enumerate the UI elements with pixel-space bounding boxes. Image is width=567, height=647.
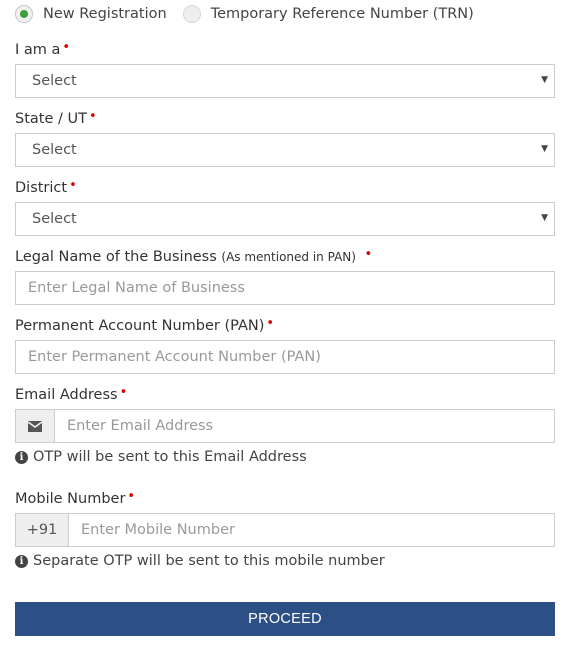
info-icon: i — [15, 450, 28, 464]
envelope-icon — [28, 420, 42, 432]
mobile-help-text: i Separate OTP will be sent to this mobi… — [15, 553, 385, 569]
required-marker: • — [88, 109, 97, 124]
legal-name-input[interactable] — [16, 272, 554, 304]
pan-input[interactable] — [16, 341, 554, 373]
help-text: Separate OTP will be sent to this mobile… — [33, 553, 385, 569]
state-select[interactable]: Select ▼ — [15, 133, 555, 167]
label-text: District — [15, 180, 68, 196]
legal-name-label: Legal Name of the Business (As mentioned… — [15, 247, 372, 265]
caret-down-icon: ▼ — [541, 75, 548, 85]
label-text: State / UT — [15, 111, 87, 127]
radio-new-registration[interactable]: New Registration — [15, 5, 167, 23]
proceed-button[interactable]: PROCEED — [15, 602, 555, 636]
label-text: Permanent Account Number (PAN) — [15, 318, 265, 334]
select-value: Select — [32, 142, 77, 158]
mobile-label: Mobile Number • — [15, 489, 135, 507]
label-hint: (As mentioned in PAN) — [221, 250, 356, 264]
mobile-field: +91 — [15, 513, 555, 547]
label-text: Legal Name of the Business — [15, 249, 217, 265]
label-text: Email Address — [15, 387, 118, 403]
radio-trn[interactable]: Temporary Reference Number (TRN) — [182, 5, 474, 23]
required-marker: • — [266, 316, 275, 331]
mobile-input[interactable] — [69, 514, 554, 546]
help-text: OTP will be sent to this Email Address — [33, 449, 307, 465]
email-field — [15, 409, 555, 443]
district-select[interactable]: Select ▼ — [15, 202, 555, 236]
email-help-text: i OTP will be sent to this Email Address — [15, 449, 307, 465]
registration-type-group: New Registration Temporary Reference Num… — [15, 2, 474, 26]
radio-label: New Registration — [43, 6, 167, 22]
state-label: State / UT • — [15, 109, 97, 127]
select-value: Select — [32, 211, 77, 227]
label-text: I am a — [15, 42, 61, 58]
info-icon: i — [15, 554, 28, 568]
select-value: Select — [32, 73, 77, 89]
required-marker: • — [119, 385, 128, 400]
district-label: District • — [15, 178, 77, 196]
country-code-prefix: +91 — [16, 514, 69, 546]
radio-button[interactable] — [182, 5, 201, 23]
label-text: Mobile Number — [15, 491, 126, 507]
caret-down-icon: ▼ — [541, 213, 548, 223]
email-addon — [16, 410, 55, 442]
pan-label: Permanent Account Number (PAN) • — [15, 316, 274, 334]
radio-button-checked[interactable] — [15, 5, 33, 23]
required-marker: • — [127, 489, 136, 504]
email-label: Email Address • — [15, 385, 127, 403]
required-marker: • — [69, 178, 77, 193]
caret-down-icon: ▼ — [541, 144, 548, 154]
email-input[interactable] — [55, 410, 554, 442]
i-am-a-select[interactable]: Select ▼ — [15, 64, 555, 98]
required-marker: • — [62, 40, 71, 55]
pan-field — [15, 340, 555, 374]
legal-name-field — [15, 271, 555, 305]
radio-label: Temporary Reference Number (TRN) — [210, 6, 474, 22]
i-am-a-label: I am a • — [15, 40, 70, 58]
required-marker: • — [364, 247, 373, 262]
